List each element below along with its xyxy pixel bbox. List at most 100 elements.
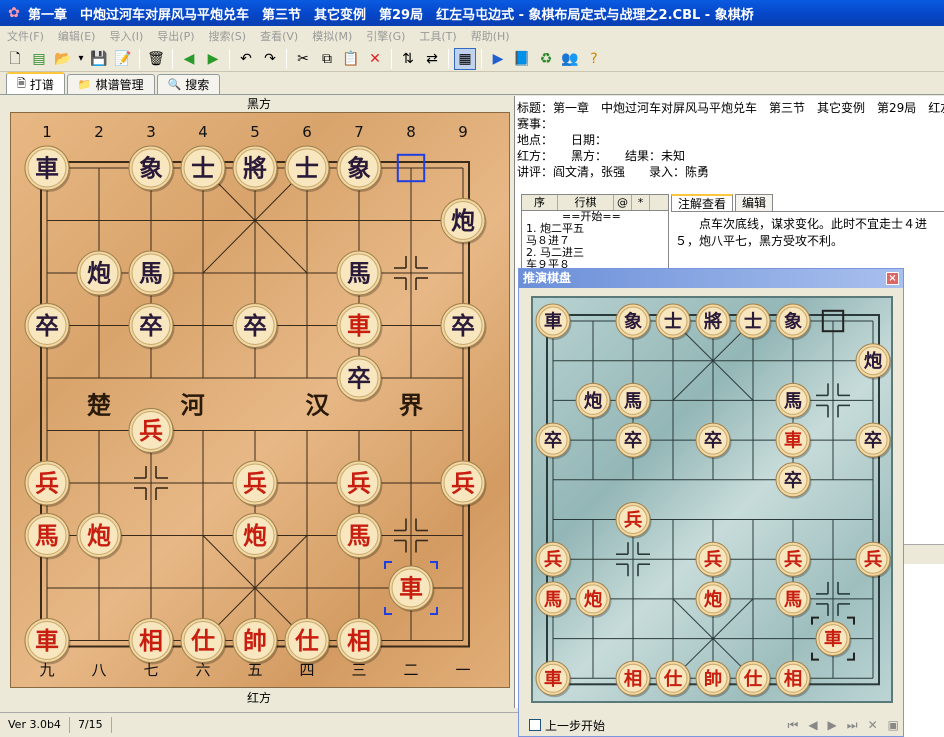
piece-red[interactable]: 馬: [775, 581, 812, 618]
piece-red[interactable]: 馬: [24, 513, 71, 560]
piece-red[interactable]: 炮: [695, 581, 732, 618]
tab-record[interactable]: 🗎 打谱: [6, 72, 65, 94]
piece-black[interactable]: 卒: [440, 303, 487, 350]
prev-icon[interactable]: ◀: [808, 718, 817, 733]
piece-black[interactable]: 卒: [775, 462, 812, 499]
paste-icon[interactable]: 📋: [340, 48, 362, 70]
trash-icon[interactable]: 🗑: [145, 48, 167, 70]
piece-red[interactable]: 車: [388, 565, 435, 612]
piece-red[interactable]: 兵: [855, 541, 891, 579]
help-icon[interactable]: ?: [583, 48, 605, 70]
piece-black[interactable]: 卒: [336, 355, 383, 402]
menu-item[interactable]: 搜索(S): [202, 28, 254, 44]
piece-red[interactable]: 相: [336, 618, 383, 665]
book-icon[interactable]: 📘: [511, 48, 533, 70]
piece-black[interactable]: 卒: [24, 303, 71, 350]
piece-red[interactable]: 車: [535, 660, 572, 698]
piece-black[interactable]: 馬: [615, 382, 652, 420]
piece-red[interactable]: 車: [336, 303, 383, 350]
flip-horizontal-icon[interactable]: ⇄: [421, 48, 443, 70]
piece-black[interactable]: 卒: [232, 303, 279, 350]
piece-red[interactable]: 相: [775, 660, 812, 698]
piece-red[interactable]: 仕: [284, 618, 331, 665]
piece-red[interactable]: 車: [775, 422, 812, 460]
piece-red[interactable]: 馬: [336, 513, 383, 560]
piece-red[interactable]: 兵: [24, 460, 71, 507]
recycle-icon[interactable]: ♻: [535, 48, 557, 70]
save-icon[interactable]: 💾: [88, 48, 110, 70]
cut-icon[interactable]: ✂: [292, 48, 314, 70]
piece-black[interactable]: 炮: [855, 343, 891, 380]
new-file-icon[interactable]: 🗋: [4, 48, 26, 70]
tab-view-notes[interactable]: 注解查看: [671, 194, 734, 211]
table-icon[interactable]: ▤: [28, 48, 50, 70]
flip-vertical-icon[interactable]: ⇅: [397, 48, 419, 70]
chess-board[interactable]: 123456789九八七六五四三二一楚河汉界車象士將士象炮炮馬馬卒卒卒車卒卒兵兵…: [10, 112, 510, 688]
piece-red[interactable]: 兵: [128, 408, 175, 455]
play-icon[interactable]: ▶: [487, 48, 509, 70]
first-icon[interactable]: ⏮: [788, 718, 799, 733]
piece-red[interactable]: 兵: [232, 460, 279, 507]
col-index[interactable]: 序: [522, 195, 558, 210]
piece-black[interactable]: 馬: [775, 382, 812, 420]
close-icon[interactable]: ×: [886, 272, 899, 285]
analysis-board[interactable]: 車象士將士象炮炮馬馬卒卒卒車卒卒兵兵兵兵兵馬炮炮馬車車相仕帥仕相: [531, 296, 893, 703]
piece-red[interactable]: 兵: [695, 541, 732, 579]
open-folder-icon[interactable]: 📂: [52, 48, 74, 70]
next-icon[interactable]: ▶: [828, 718, 837, 733]
tab-search[interactable]: 🔍 搜索: [156, 74, 221, 94]
copy-icon[interactable]: ⧉: [316, 48, 338, 70]
redo-icon[interactable]: ↷: [259, 48, 281, 70]
save-disk-icon[interactable]: ▣: [888, 718, 899, 733]
piece-red[interactable]: 炮: [575, 581, 612, 618]
menu-item[interactable]: 导入(I): [102, 28, 150, 44]
people-icon[interactable]: 👥: [559, 48, 581, 70]
analysis-board-titlebar[interactable]: 推演棋盘 ×: [519, 269, 903, 288]
piece-black[interactable]: 象: [336, 145, 383, 192]
piece-black[interactable]: 炮: [76, 250, 123, 297]
menu-item[interactable]: 编辑(E): [51, 28, 103, 44]
piece-black[interactable]: 卒: [535, 422, 572, 460]
col-move[interactable]: 行棋: [558, 195, 614, 210]
piece-red[interactable]: 兵: [615, 502, 652, 539]
piece-black[interactable]: 士: [655, 303, 692, 340]
menu-item[interactable]: 引擎(G): [359, 28, 412, 44]
forward-green-icon[interactable]: ▶: [202, 48, 224, 70]
piece-red[interactable]: 馬: [535, 581, 572, 618]
last-icon[interactable]: ⏭: [847, 718, 858, 733]
edit-doc-icon[interactable]: 📝: [112, 48, 134, 70]
piece-black[interactable]: 卒: [855, 422, 891, 460]
piece-black[interactable]: 將: [232, 145, 279, 192]
piece-red[interactable]: 車: [815, 621, 852, 658]
piece-black[interactable]: 卒: [615, 422, 652, 460]
menu-item[interactable]: 模拟(M): [305, 28, 359, 44]
piece-red[interactable]: 仕: [655, 660, 692, 698]
piece-black[interactable]: 炮: [575, 382, 612, 420]
piece-black[interactable]: 車: [24, 145, 71, 192]
piece-black[interactable]: 將: [695, 303, 732, 340]
piece-red[interactable]: 相: [128, 618, 175, 665]
board-view-icon[interactable]: ▦: [454, 47, 476, 70]
undo-icon[interactable]: ↶: [235, 48, 257, 70]
back-green-icon[interactable]: ◀: [178, 48, 200, 70]
stop-icon[interactable]: ✕: [868, 718, 878, 733]
piece-red[interactable]: 兵: [336, 460, 383, 507]
menu-item[interactable]: 导出(P): [150, 28, 201, 44]
tab-edit-notes[interactable]: 编辑: [735, 194, 774, 211]
piece-red[interactable]: 兵: [440, 460, 487, 507]
menu-item[interactable]: 查看(V): [253, 28, 305, 44]
piece-red[interactable]: 炮: [76, 513, 123, 560]
piece-red[interactable]: 帥: [695, 660, 732, 698]
piece-red[interactable]: 相: [615, 660, 652, 698]
piece-black[interactable]: 象: [615, 303, 652, 340]
col-at[interactable]: @: [614, 195, 632, 210]
tab-manage[interactable]: 📁 棋谱管理: [66, 74, 155, 94]
menu-item[interactable]: 工具(T): [412, 28, 463, 44]
piece-black[interactable]: 馬: [128, 250, 175, 297]
dropdown-icon[interactable]: ▾: [76, 48, 86, 70]
piece-black[interactable]: 馬: [336, 250, 383, 297]
piece-black[interactable]: 卒: [128, 303, 175, 350]
piece-red[interactable]: 仕: [735, 660, 772, 698]
piece-red[interactable]: 帥: [232, 618, 279, 665]
piece-red[interactable]: 炮: [232, 513, 279, 560]
